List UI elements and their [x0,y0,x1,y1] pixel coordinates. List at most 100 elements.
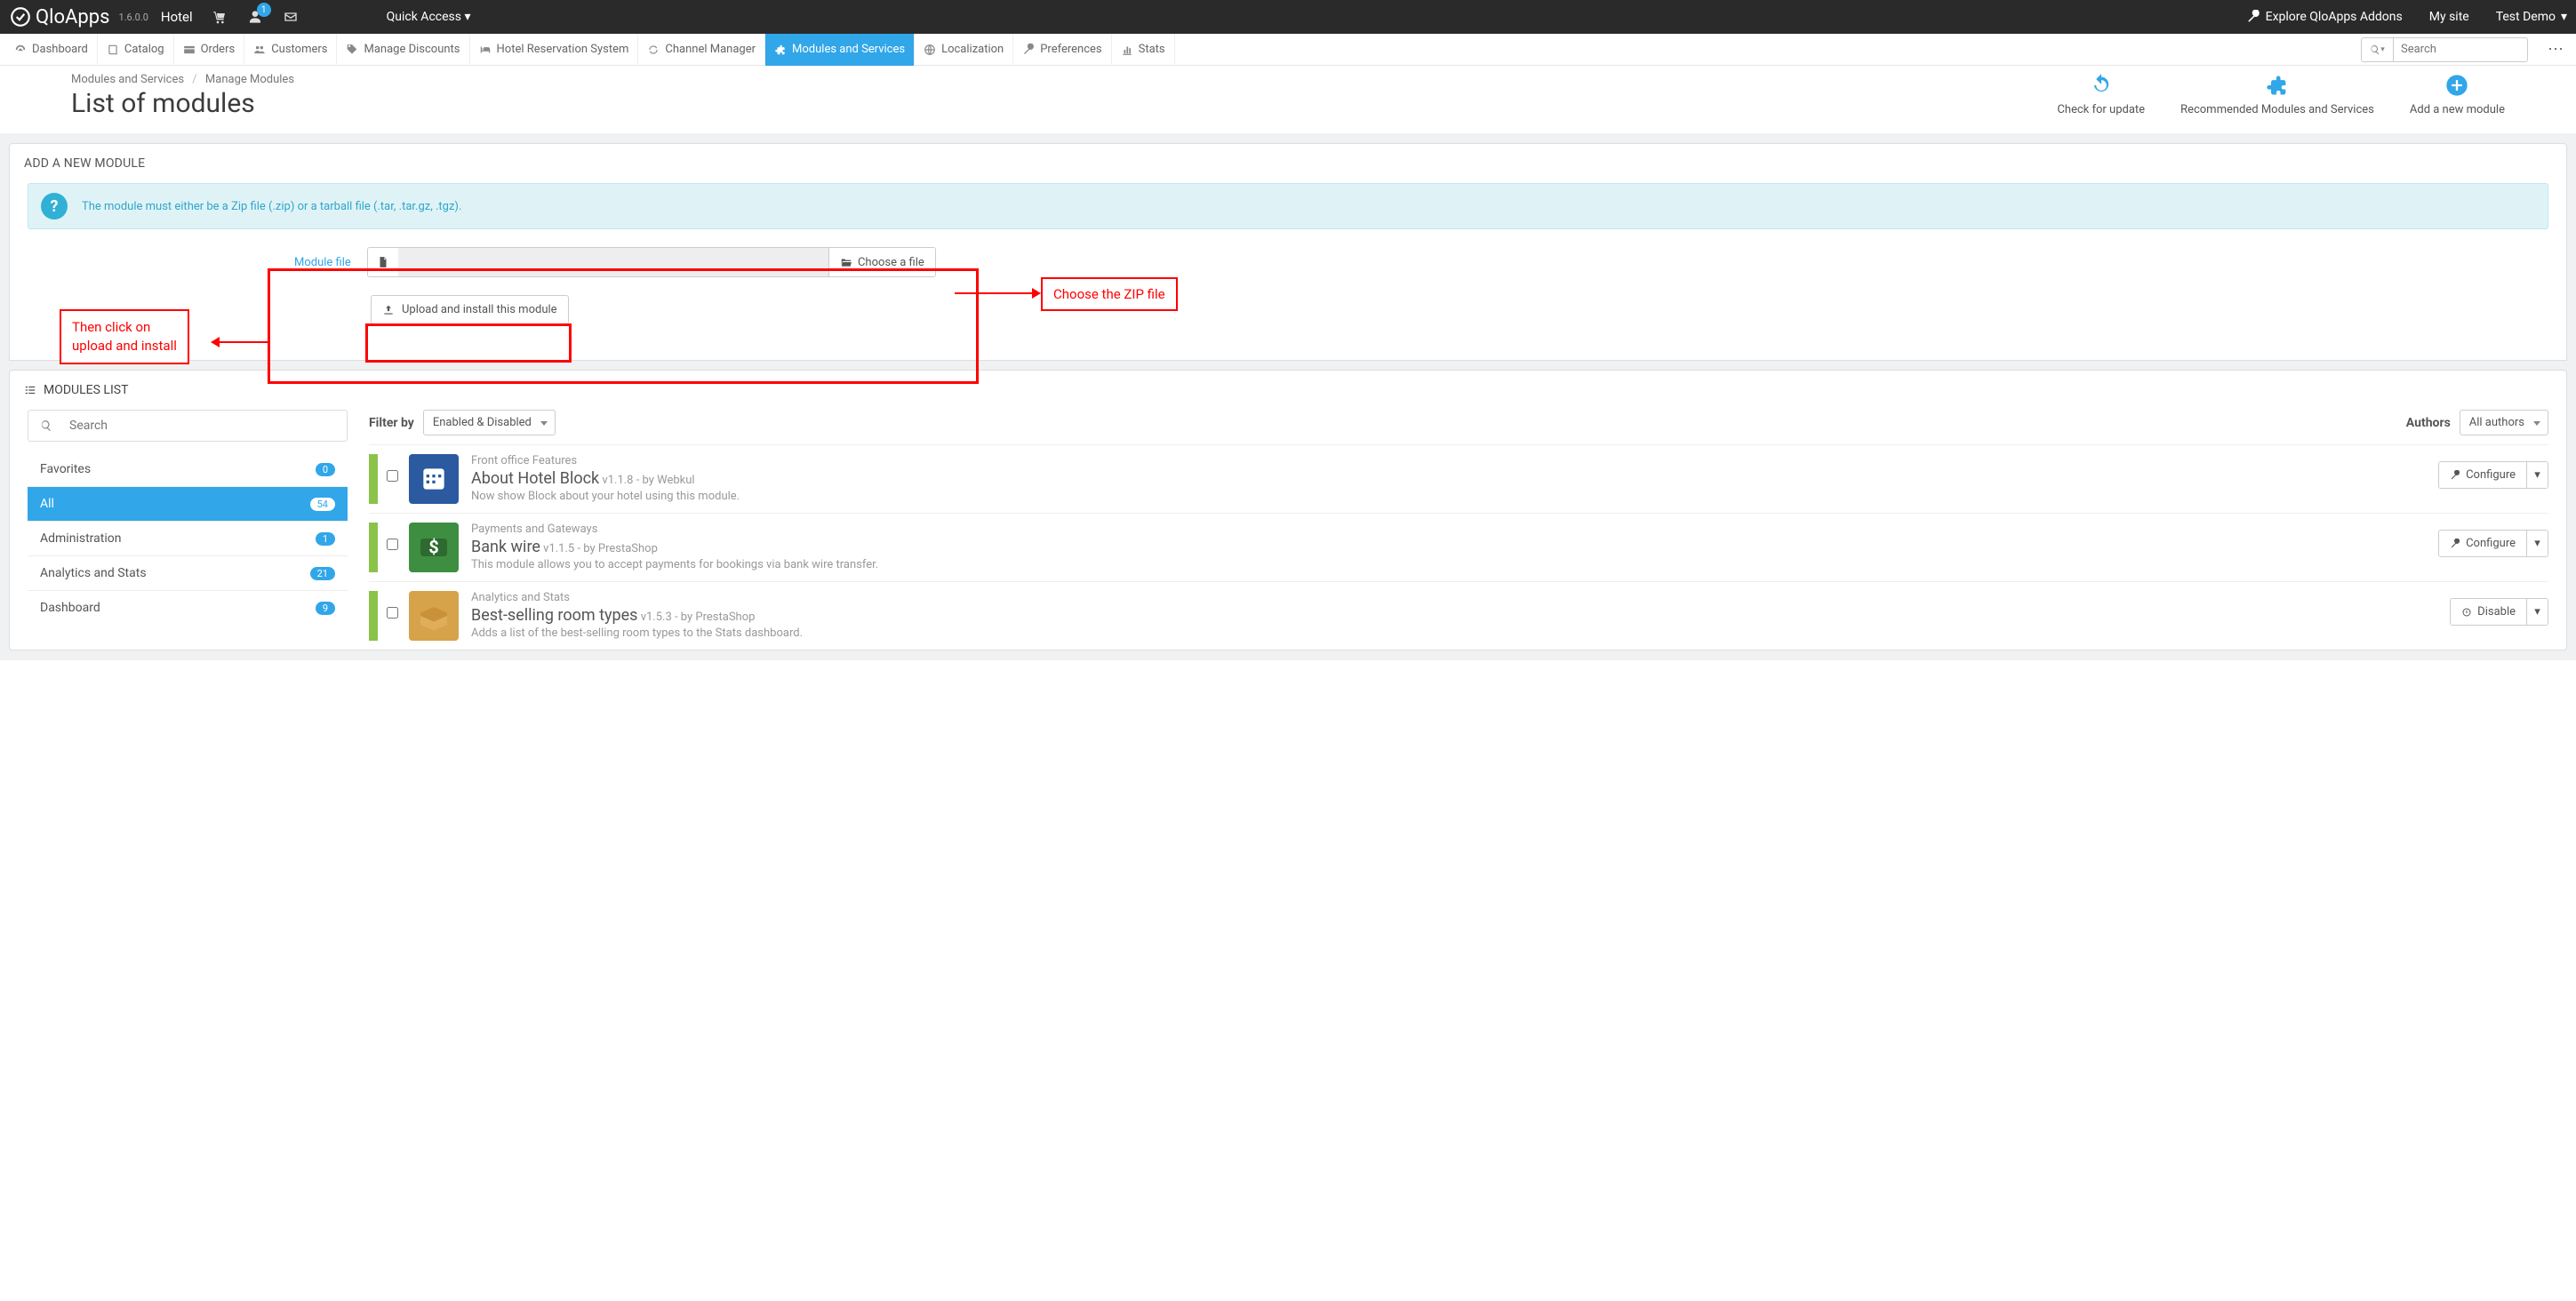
wrench-icon [2450,470,2460,481]
list-icon [24,384,36,396]
module-search-input[interactable] [64,419,347,433]
module-icon: $ [409,523,459,572]
recommended-button[interactable]: Recommended Modules and Services [2180,73,2374,116]
action-dropdown[interactable]: ▾ [2526,462,2548,488]
search-dropdown[interactable]: ▾ [2362,38,2394,61]
module-row: Front office Features About Hotel Block v… [369,444,2548,513]
plus-circle-icon [2444,73,2469,98]
nav-catalog[interactable]: Catalog [98,34,174,66]
explore-addons[interactable]: Explore QloApps Addons [2246,10,2403,24]
nav-preferences[interactable]: Preferences [1013,34,1111,66]
brand[interactable]: QloApps 1.6.0.0 [9,5,148,28]
my-site[interactable]: My site [2429,10,2469,24]
nav-search[interactable]: ▾ [2361,37,2528,62]
cart-button[interactable] [212,10,227,24]
svg-text:$: $ [428,537,438,558]
category-dashboard[interactable]: Dashboard9 [28,590,348,625]
count-badge: 0 [316,463,335,476]
count-badge: 21 [310,567,335,580]
category-administration[interactable]: Administration1 [28,521,348,555]
more-menu[interactable]: ⋯ [2540,40,2571,59]
module-category: Front office Features [471,454,2438,467]
disable-button[interactable]: Disable [2451,599,2526,625]
wrench-icon [1022,44,1035,56]
module-row: Analytics and Stats Best-selling room typ… [369,581,2548,650]
cart-icon [212,10,227,24]
search-icon [40,419,52,432]
card-icon [183,44,196,56]
panel-title: ADD A NEW MODULE [10,144,2566,183]
category-favorites[interactable]: Favorites0 [28,452,348,486]
nav-search-input[interactable] [2394,43,2527,56]
module-version: v1.1.5 - by PrestaShop [543,542,658,555]
module-category: Analytics and Stats [471,591,2450,604]
module-checkbox[interactable] [387,607,398,619]
status-bar [369,591,378,641]
puzzle-icon [2265,73,2290,98]
puzzle-icon [774,44,787,56]
nav-discounts[interactable]: Manage Discounts [337,34,469,66]
nav-reservation[interactable]: Hotel Reservation System [470,34,639,66]
info-box: ? The module must either be a Zip file (… [28,183,2548,229]
action-dropdown[interactable]: ▾ [2526,599,2548,625]
module-action: Configure▾ [2438,461,2548,489]
check-update-button[interactable]: Check for update [2057,73,2145,116]
module-name[interactable]: About Hotel Block [471,469,599,488]
nav-dashboard[interactable]: Dashboard [5,34,98,66]
page-title: List of modules [71,88,294,119]
brand-check-icon [9,5,32,28]
module-action: Disable▾ [2450,598,2548,626]
category-all[interactable]: All54 [28,486,348,521]
authors-select[interactable]: All authors [2460,410,2548,435]
mail-icon [284,10,298,24]
nav-stats[interactable]: Stats [1112,34,1175,66]
navbar: Dashboard Catalog Orders Customers Manag… [0,34,2576,66]
module-icon [409,454,459,504]
filter-bar: Filter by Enabled & Disabled Authors All… [369,410,2548,435]
filter-select[interactable]: Enabled & Disabled [423,410,556,435]
user-notif-button[interactable]: 1 [248,10,262,24]
module-name[interactable]: Bank wire [471,538,540,556]
module-row: $Payments and GatewaysBank wire v1.1.5 -… [369,513,2548,581]
module-checkbox[interactable] [387,539,398,550]
action-dropdown[interactable]: ▾ [2526,531,2548,556]
configure-button[interactable]: Configure [2439,462,2526,488]
add-module-button[interactable]: Add a new module [2410,73,2505,116]
arrow-right [955,292,1039,294]
topbar: QloApps 1.6.0.0 Hotel 1 Quick Access ▾ E… [0,0,2576,34]
wrench-icon [2450,539,2460,549]
breadcrumb-parent[interactable]: Modules and Services [71,73,184,86]
notif-badge: 1 [257,3,271,17]
module-version: v1.1.8 - by Webkul [602,474,694,487]
nav-customers[interactable]: Customers [244,34,337,66]
status-bar [369,454,378,504]
nav-modules[interactable]: Modules and Services [765,34,915,66]
breadcrumb: Modules and Services / Manage Modules [71,73,294,86]
module-name[interactable]: Best-selling room types [471,606,637,625]
user-menu[interactable]: Test Demo ▾ [2496,10,2567,24]
arrow-left [218,341,268,343]
modules-list-panel: MODULES LIST Favorites0All54Administrati… [9,370,2567,650]
hotel-name[interactable]: Hotel [161,9,193,25]
breadcrumb-current: Manage Modules [205,73,294,86]
module-action: Configure▾ [2438,530,2548,557]
book-icon [107,44,119,56]
nav-orders[interactable]: Orders [174,34,245,66]
status-bar [369,523,378,572]
callout-left: Then click onupload and install [60,309,189,364]
module-search[interactable] [28,410,348,442]
nav-localization[interactable]: Localization [915,34,1013,66]
nav-channel[interactable]: Channel Manager [638,34,765,66]
category-sidebar: Favorites0All54Administration1Analytics … [28,410,348,650]
category-analytics-and-stats[interactable]: Analytics and Stats21 [28,555,348,590]
info-text: The module must either be a Zip file (.z… [82,200,461,213]
module-checkbox[interactable] [387,470,398,482]
count-badge: 54 [310,498,335,511]
refresh-icon [647,44,660,56]
quick-access[interactable]: Quick Access ▾ [387,10,471,24]
arrowhead-right [1032,288,1041,299]
mail-button[interactable] [284,10,298,24]
configure-button[interactable]: Configure [2439,531,2526,556]
arrowhead-left [211,337,220,347]
module-description: Now show Block about your hotel using th… [471,490,2438,503]
